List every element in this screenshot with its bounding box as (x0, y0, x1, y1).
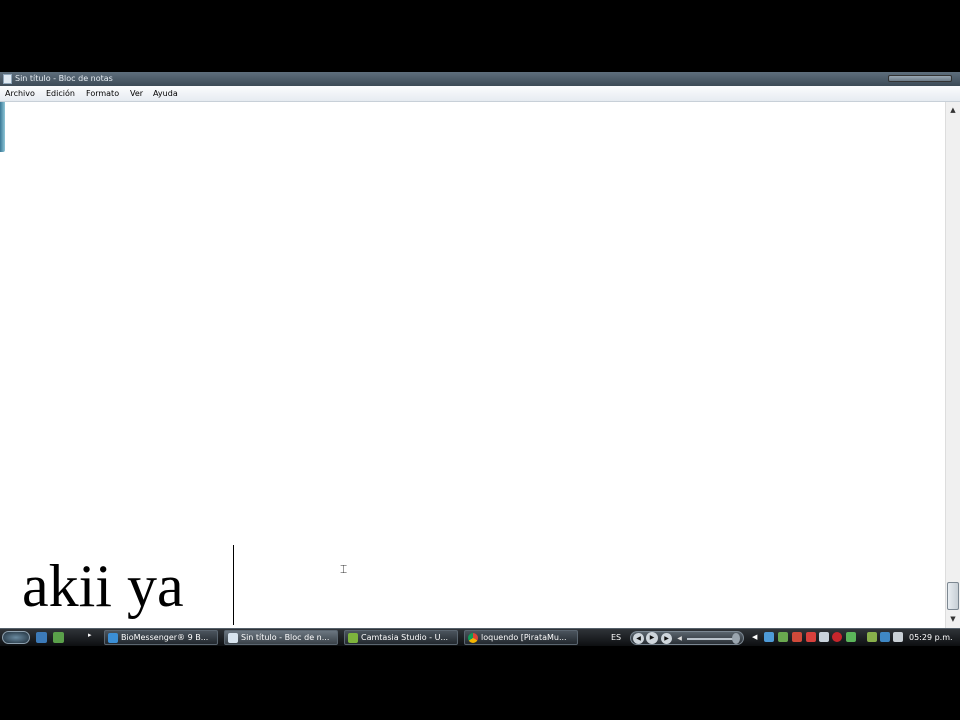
task-biomessenger[interactable]: BioMessenger® 9 B... (104, 630, 218, 645)
menu-archivo[interactable]: Archivo (5, 86, 35, 102)
taskbar: ▸ BioMessenger® 9 B... Sin título - Bloc… (0, 628, 960, 646)
antivirus-icon[interactable] (806, 632, 816, 642)
camtasia-icon (348, 633, 358, 643)
task-label: Camtasia Studio - U... (361, 633, 449, 642)
clock[interactable]: 05:29 p.m. (909, 632, 953, 643)
menu-formato[interactable]: Formato (86, 86, 119, 102)
opera-icon[interactable] (832, 632, 842, 642)
next-icon[interactable]: ▶ (661, 633, 672, 644)
tray-expand-icon[interactable]: ◀ (752, 632, 757, 643)
title-bar[interactable]: Sin título - Bloc de notas (0, 72, 960, 86)
switch-windows-icon[interactable] (53, 632, 64, 643)
network-tool-icon[interactable] (764, 632, 774, 642)
quicklaunch-expand-icon[interactable]: ▸ (88, 631, 92, 639)
media-player-toolbar: ◀ ▶ ▶ ◀ (630, 631, 744, 645)
task-label: loquendo [PirataMu... (481, 633, 567, 642)
volume-tray-icon[interactable] (893, 632, 903, 642)
messenger-icon (108, 633, 118, 643)
notepad-icon (228, 633, 238, 643)
task-notepad[interactable]: Sin título - Bloc de n... (224, 630, 338, 645)
network-icon[interactable] (880, 632, 890, 642)
menu-edicion[interactable]: Edición (46, 86, 75, 102)
display-icon[interactable] (819, 632, 829, 642)
scroll-up-icon[interactable]: ▲ (948, 105, 958, 115)
update-icon[interactable] (846, 632, 856, 642)
task-camtasia[interactable]: Camtasia Studio - U... (344, 630, 458, 645)
chrome-icon (468, 633, 478, 643)
menu-ver[interactable]: Ver (130, 86, 143, 102)
volume-slider[interactable] (687, 638, 735, 640)
task-label: Sin título - Bloc de n... (241, 633, 330, 642)
volume-icon[interactable]: ◀ (674, 633, 685, 644)
play-icon[interactable]: ▶ (646, 632, 658, 644)
task-label: BioMessenger® 9 B... (121, 633, 209, 642)
window-caption-buttons[interactable] (888, 75, 952, 82)
previous-icon[interactable]: ◀ (633, 633, 644, 644)
scroll-down-icon[interactable]: ▼ (948, 614, 958, 624)
text-editor[interactable]: akii ya ⌶ (0, 102, 945, 628)
messenger-tray-icon[interactable] (778, 632, 788, 642)
menu-ayuda[interactable]: Ayuda (153, 86, 178, 102)
task-chrome[interactable]: loquendo [PirataMu... (464, 630, 578, 645)
language-indicator[interactable]: ES (611, 632, 621, 643)
menu-bar: Archivo Edición Formato Ver Ayuda (0, 86, 960, 102)
show-desktop-icon[interactable] (36, 632, 47, 643)
window-title: Sin título - Bloc de notas (15, 74, 113, 83)
notepad-icon (3, 74, 12, 84)
start-button[interactable] (2, 631, 30, 644)
notepad-window: Sin título - Bloc de notas Archivo Edici… (0, 72, 960, 628)
vertical-scrollbar[interactable]: ▲ ▼ (945, 102, 960, 628)
security-icon[interactable] (792, 632, 802, 642)
scrollbar-thumb[interactable] (947, 582, 959, 610)
tray-app-icon[interactable] (867, 632, 877, 642)
window-frame-edge (0, 102, 5, 152)
text-caret (233, 545, 234, 625)
ibeam-cursor-icon: ⌶ (340, 562, 348, 576)
editor-content[interactable]: akii ya (22, 550, 184, 622)
restore-player-icon[interactable] (732, 633, 740, 644)
